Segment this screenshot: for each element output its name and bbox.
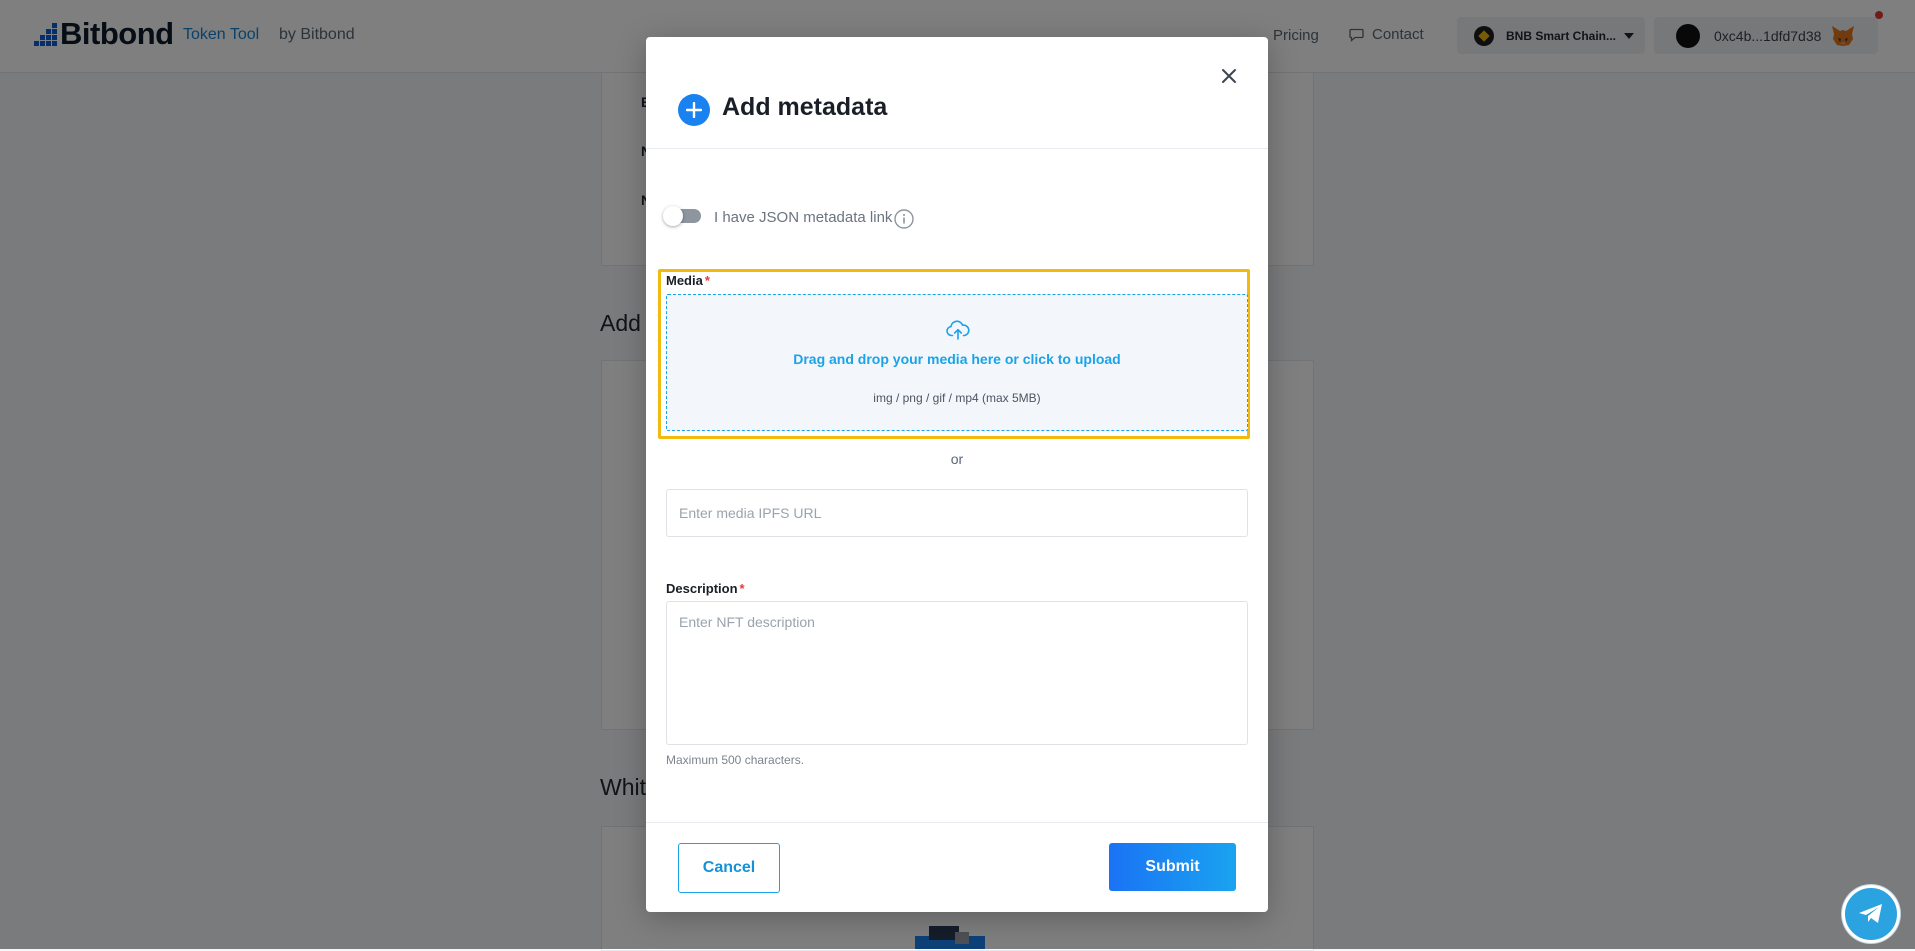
description-label-text: Description <box>666 581 738 596</box>
cloud-upload-icon <box>946 320 970 340</box>
close-button[interactable] <box>1216 63 1242 89</box>
description-helper-text: Maximum 500 characters. <box>666 753 805 767</box>
plus-icon <box>678 94 710 126</box>
add-metadata-modal: Add metadata I have JSON metadata link M… <box>646 37 1268 912</box>
close-icon <box>1222 69 1236 83</box>
cancel-button[interactable]: Cancel <box>678 843 780 893</box>
submit-button[interactable]: Submit <box>1109 843 1236 891</box>
media-label: Media * <box>666 273 710 288</box>
required-mark: * <box>704 273 710 288</box>
required-mark: * <box>739 581 745 596</box>
info-icon[interactable] <box>894 209 914 229</box>
json-metadata-toggle-label: I have JSON metadata link <box>714 209 893 226</box>
json-metadata-toggle[interactable] <box>663 206 701 226</box>
dropzone-text: Drag and drop your media here or click t… <box>793 351 1121 367</box>
toggle-knob <box>663 206 683 226</box>
or-divider-text: or <box>950 451 964 467</box>
telegram-chat-button[interactable] <box>1842 885 1900 943</box>
telegram-icon <box>1859 904 1882 923</box>
media-dropzone[interactable]: Drag and drop your media here or click t… <box>666 294 1248 431</box>
dropzone-hint: img / png / gif / mp4 (max 5MB) <box>873 391 1041 405</box>
media-ipfs-url-input[interactable] <box>666 489 1248 537</box>
modal-header: Add metadata <box>646 37 1268 149</box>
modal-title: Add metadata <box>722 93 888 121</box>
nft-description-textarea[interactable] <box>666 601 1248 745</box>
media-label-text: Media <box>666 273 703 288</box>
description-label: Description * <box>666 581 745 596</box>
